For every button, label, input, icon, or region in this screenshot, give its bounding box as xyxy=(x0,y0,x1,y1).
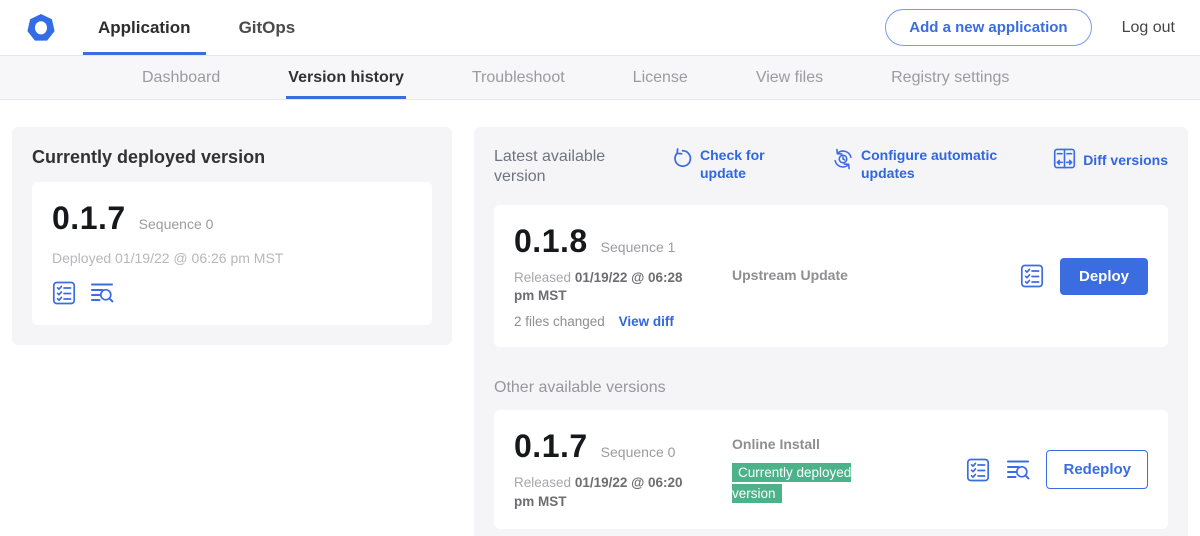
other-released-timestamp: Released 01/19/22 @ 06:20 pm MST xyxy=(514,474,704,510)
latest-version-number: 0.1.8 xyxy=(514,223,588,260)
latest-version-card: 0.1.8 Sequence 1 Released 01/19/22 @ 06:… xyxy=(494,205,1168,347)
currently-deployed-title: Currently deployed version xyxy=(32,147,432,168)
kots-logo-icon xyxy=(25,12,57,44)
view-diff-link[interactable]: View diff xyxy=(619,314,674,329)
refresh-icon xyxy=(672,148,693,174)
deploy-button[interactable]: Deploy xyxy=(1060,258,1148,295)
other-version-card: 0.1.7 Sequence 0 Released 01/19/22 @ 06:… xyxy=(494,410,1168,528)
logout-link[interactable]: Log out xyxy=(1122,19,1175,37)
release-notes-icon[interactable] xyxy=(966,458,990,482)
latest-source-label: Upstream Update xyxy=(732,267,848,283)
diff-icon xyxy=(1053,147,1076,175)
app-logo xyxy=(25,0,57,55)
tab-gitops[interactable]: GitOps xyxy=(224,0,311,55)
add-application-button[interactable]: Add a new application xyxy=(885,9,1091,46)
redeploy-button[interactable]: Redeploy xyxy=(1046,450,1148,489)
deployed-version-number: 0.1.7 xyxy=(52,200,126,237)
other-sequence: Sequence 0 xyxy=(601,444,676,460)
subnav-tab-troubleshoot[interactable]: Troubleshoot xyxy=(470,56,567,99)
tab-application-label: Application xyxy=(98,18,191,38)
release-notes-icon[interactable] xyxy=(52,281,76,305)
subnav-tab-view-files[interactable]: View files xyxy=(754,56,825,99)
configure-automatic-updates-link[interactable]: Configure automatic updates xyxy=(832,147,1022,182)
tab-application[interactable]: Application xyxy=(83,0,206,55)
view-logs-icon[interactable] xyxy=(1006,458,1030,482)
main-content: Currently deployed version 0.1.7 Sequenc… xyxy=(0,100,1200,536)
deployed-timestamp: Deployed 01/19/22 @ 06:26 pm MST xyxy=(52,250,412,266)
release-notes-icon[interactable] xyxy=(1020,264,1044,288)
diff-versions-link[interactable]: Diff versions xyxy=(1053,147,1168,175)
latest-released-timestamp: Released 01/19/22 @ 06:28 pm MST xyxy=(514,269,704,305)
subnav-tab-license[interactable]: License xyxy=(631,56,690,99)
top-header: Application GitOps Add a new application… xyxy=(0,0,1200,56)
deployed-sequence: Sequence 0 xyxy=(139,216,214,232)
currently-deployed-card: 0.1.7 Sequence 0 Deployed 01/19/22 @ 06:… xyxy=(32,182,432,325)
currently-deployed-badge: Currently deployed version xyxy=(732,463,851,503)
auto-update-icon xyxy=(832,148,854,175)
check-for-update-link[interactable]: Check for update xyxy=(672,147,780,182)
other-versions-title: Other available versions xyxy=(494,379,1168,397)
subnav-tab-dashboard[interactable]: Dashboard xyxy=(140,56,222,99)
header-tabs: Application GitOps xyxy=(83,0,310,55)
available-versions-header: Latest available version Check for updat… xyxy=(494,147,1168,187)
subnav-tab-version-history[interactable]: Version history xyxy=(286,56,406,99)
files-changed-text: 2 files changed xyxy=(514,314,605,329)
other-source-label: Online Install xyxy=(732,436,820,452)
tab-gitops-label: GitOps xyxy=(239,18,296,38)
available-versions-panel: Latest available version Check for updat… xyxy=(474,127,1188,536)
latest-sequence: Sequence 1 xyxy=(601,239,676,255)
latest-available-title: Latest available version xyxy=(494,147,644,187)
subnav-tab-registry-settings[interactable]: Registry settings xyxy=(889,56,1011,99)
header-right: Add a new application Log out xyxy=(885,0,1175,55)
currently-deployed-panel: Currently deployed version 0.1.7 Sequenc… xyxy=(12,127,452,345)
other-version-number: 0.1.7 xyxy=(514,428,588,465)
view-logs-icon[interactable] xyxy=(90,281,114,305)
app-subnav: Dashboard Version history Troubleshoot L… xyxy=(0,56,1200,100)
